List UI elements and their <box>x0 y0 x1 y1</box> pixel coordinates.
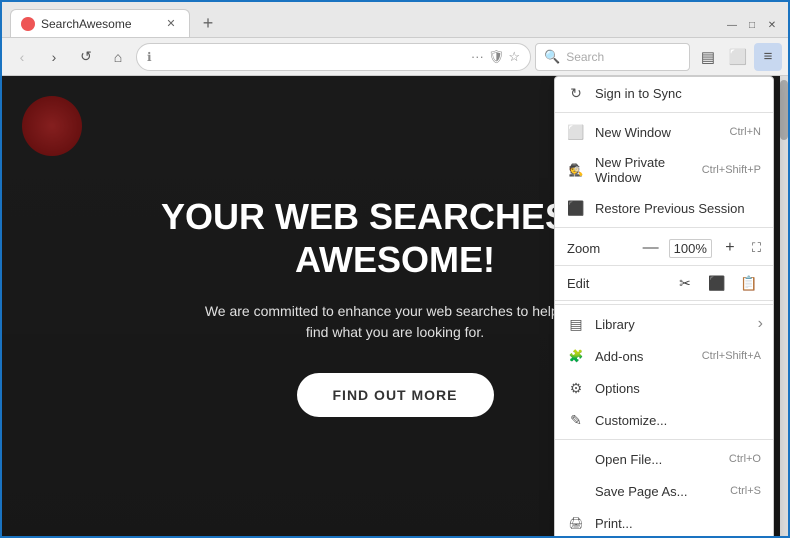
window-controls: — □ ✕ <box>724 17 780 37</box>
address-actions: ··· 🛡 ☆ <box>471 49 520 65</box>
edit-buttons: ✂ ⬛ 📋 <box>673 271 761 295</box>
menu-item-customize[interactable]: ✎ Customize... <box>555 404 773 436</box>
menu-item-restore-session[interactable]: ⬛ Restore Previous Session <box>555 192 773 224</box>
zoom-label: Zoom <box>567 241 633 256</box>
zoom-expand-button[interactable]: ⛶ <box>752 240 761 256</box>
refresh-button[interactable]: ↺ <box>72 43 100 71</box>
zoom-plus-button[interactable]: + <box>718 236 742 260</box>
nav-bar: ‹ › ↺ ⌂ ℹ ··· 🛡 ☆ 🔍 Search ▤ ⬜ ≡ <box>2 38 788 76</box>
menu-item-library[interactable]: ▤ Library <box>555 308 773 340</box>
zoom-row: Zoom — 100% + ⛶ <box>555 231 773 266</box>
menu-label-addons: Add-ons <box>595 349 692 364</box>
menu-label-new-window: New Window <box>595 125 720 140</box>
menu-shortcut-new-private: Ctrl+Shift+P <box>702 164 761 176</box>
menu-item-new-private[interactable]: 🕵 New Private Window Ctrl+Shift+P <box>555 148 773 192</box>
restore-session-icon: ⬛ <box>567 199 585 217</box>
menu-shortcut-new-window: Ctrl+N <box>730 126 761 138</box>
menu-item-addons[interactable]: 🧩 Add-ons Ctrl+Shift+A <box>555 340 773 372</box>
menu-label-options: Options <box>595 381 761 396</box>
menu-label-print: Print... <box>595 516 761 531</box>
menu-item-open-file[interactable]: Open File... Ctrl+O <box>555 443 773 475</box>
save-page-icon <box>567 482 585 500</box>
zoom-minus-button[interactable]: — <box>639 236 663 260</box>
address-ellipsis-button[interactable]: ··· <box>471 49 484 64</box>
search-bar[interactable]: 🔍 Search <box>535 43 690 71</box>
menu-shortcut-save-page: Ctrl+S <box>730 485 761 497</box>
sync-icon-button[interactable]: ⬜ <box>724 43 752 71</box>
menu-label-restore-session: Restore Previous Session <box>595 201 761 216</box>
edit-label: Edit <box>567 276 667 291</box>
browser-tab[interactable]: SearchAwesome ✕ <box>10 9 190 37</box>
menu-item-new-window[interactable]: ⬜ New Window Ctrl+N <box>555 116 773 148</box>
forward-button[interactable]: › <box>40 43 68 71</box>
zoom-value: 100% <box>669 239 712 258</box>
tab-label: SearchAwesome <box>41 17 157 31</box>
addons-icon: 🧩 <box>567 347 585 365</box>
menu-shortcut-open-file: Ctrl+O <box>729 453 761 465</box>
maximize-button[interactable]: □ <box>744 17 760 33</box>
tab-close-button[interactable]: ✕ <box>163 16 179 32</box>
close-button[interactable]: ✕ <box>764 17 780 33</box>
content-area: YOUR WEB SEARCHES BE AWESOME! We are com… <box>2 76 788 536</box>
sync-icon: ↻ <box>567 84 585 102</box>
menu-item-print[interactable]: 🖨 Print... <box>555 507 773 536</box>
print-icon: 🖨 <box>567 514 585 532</box>
paste-button[interactable]: 📋 <box>737 271 761 295</box>
options-icon: ⚙ <box>567 379 585 397</box>
address-bar[interactable]: ℹ ··· 🛡 ☆ <box>136 43 531 71</box>
menu-label-save-page: Save Page As... <box>595 484 720 499</box>
address-shield-button[interactable]: 🛡 <box>488 49 505 65</box>
new-window-icon: ⬜ <box>567 123 585 141</box>
scrollbar-thumb[interactable] <box>780 80 788 140</box>
menu-shortcut-addons: Ctrl+Shift+A <box>702 350 761 362</box>
find-out-more-button[interactable]: FIND OUT MORE <box>297 373 494 417</box>
open-file-icon <box>567 450 585 468</box>
cut-button[interactable]: ✂ <box>673 271 697 295</box>
tab-favicon <box>21 17 35 31</box>
menu-item-options[interactable]: ⚙ Options <box>555 372 773 404</box>
address-info-icon: ℹ <box>147 50 152 64</box>
search-placeholder: Search <box>566 50 604 64</box>
customize-icon: ✎ <box>567 411 585 429</box>
menu-separator-4 <box>555 439 773 440</box>
dropdown-menu: ↻ Sign in to Sync ⬜ New Window Ctrl+N 🕵 … <box>554 76 774 536</box>
menu-label-library: Library <box>595 317 761 332</box>
menu-label-customize: Customize... <box>595 413 761 428</box>
menu-icon-button[interactable]: ≡ <box>754 43 782 71</box>
new-tab-button[interactable]: + <box>194 9 222 37</box>
menu-separator-1 <box>555 112 773 113</box>
menu-label-new-private: New Private Window <box>595 155 692 185</box>
search-icon: 🔍 <box>544 49 560 65</box>
scrollbar[interactable] <box>780 76 788 536</box>
heading-line2: AWESOME! <box>295 239 495 280</box>
page-logo <box>22 96 82 156</box>
address-bookmark-button[interactable]: ☆ <box>508 49 520 65</box>
menu-label-sign-in: Sign in to Sync <box>595 86 761 101</box>
browser-window: SearchAwesome ✕ + — □ ✕ ‹ › ↺ ⌂ ℹ ··· 🛡 … <box>0 0 790 538</box>
home-button[interactable]: ⌂ <box>104 43 132 71</box>
bookmarks-icon-button[interactable]: ▤ <box>694 43 722 71</box>
menu-item-save-page[interactable]: Save Page As... Ctrl+S <box>555 475 773 507</box>
private-window-icon: 🕵 <box>567 161 585 179</box>
nav-icons: ▤ ⬜ ≡ <box>694 43 782 71</box>
menu-separator-3 <box>555 304 773 305</box>
copy-button[interactable]: ⬛ <box>705 271 729 295</box>
title-bar: SearchAwesome ✕ + — □ ✕ <box>2 2 788 38</box>
library-icon: ▤ <box>567 315 585 333</box>
page-subtext: We are committed to enhance your web sea… <box>195 301 595 343</box>
minimize-button[interactable]: — <box>724 17 740 33</box>
menu-label-open-file: Open File... <box>595 452 719 467</box>
back-button[interactable]: ‹ <box>8 43 36 71</box>
menu-item-sign-in[interactable]: ↻ Sign in to Sync <box>555 77 773 109</box>
menu-separator-2 <box>555 227 773 228</box>
edit-row: Edit ✂ ⬛ 📋 <box>555 266 773 301</box>
